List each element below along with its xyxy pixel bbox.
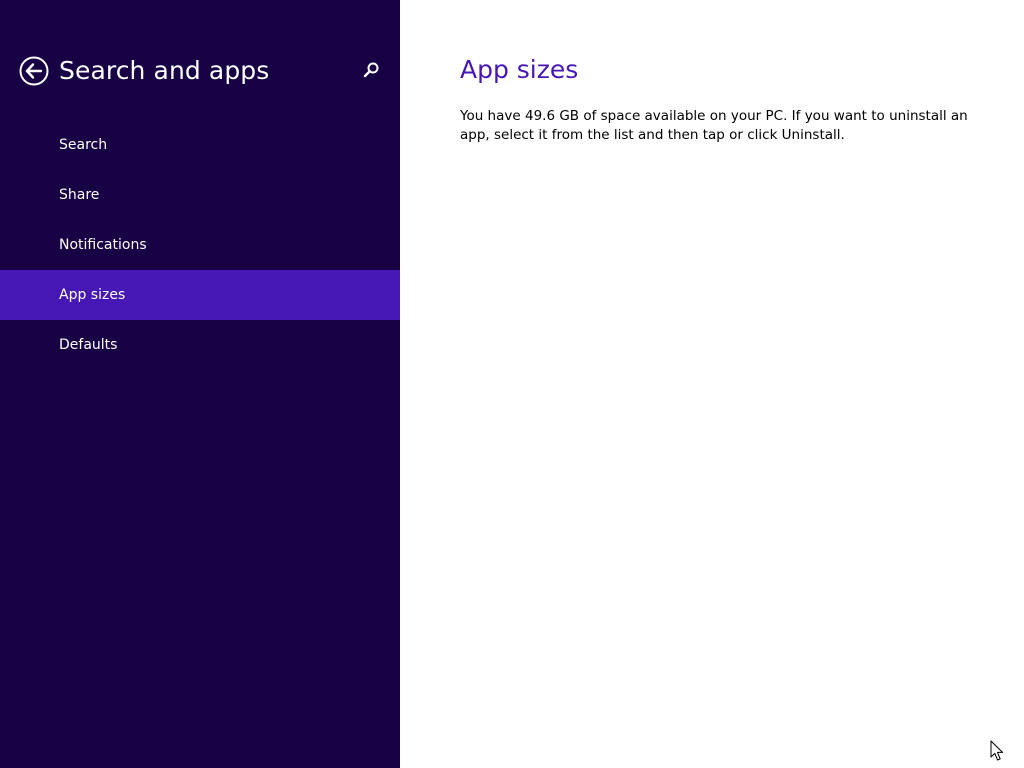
search-icon	[363, 62, 379, 78]
sidebar-item-search[interactable]: Search	[0, 120, 400, 170]
sidebar-item-defaults[interactable]: Defaults	[0, 320, 400, 370]
back-button[interactable]	[19, 56, 49, 86]
search-button[interactable]	[360, 60, 382, 82]
storage-description: You have 49.6 GB of space available on y…	[460, 108, 968, 143]
sidebar-header: Search and apps	[0, 48, 400, 94]
sidebar-item-notifications[interactable]: Notifications	[0, 220, 400, 270]
mouse-pointer-icon	[990, 740, 1004, 761]
sidebar-title: Search and apps	[59, 56, 270, 85]
sidebar-item-share[interactable]: Share	[0, 170, 400, 220]
main-content: App sizes You have 49.6 GB of space avai…	[400, 0, 1024, 768]
sidebar-nav: Search Share Notifications App sizes Def…	[0, 120, 400, 370]
back-arrow-circle-icon	[19, 56, 49, 86]
sidebar: Search and apps Search Share Notificatio…	[0, 0, 400, 768]
page-title: App sizes	[460, 55, 579, 84]
sidebar-item-app-sizes[interactable]: App sizes	[0, 270, 400, 320]
pc-settings-window: Search and apps Search Share Notificatio…	[0, 0, 1024, 768]
